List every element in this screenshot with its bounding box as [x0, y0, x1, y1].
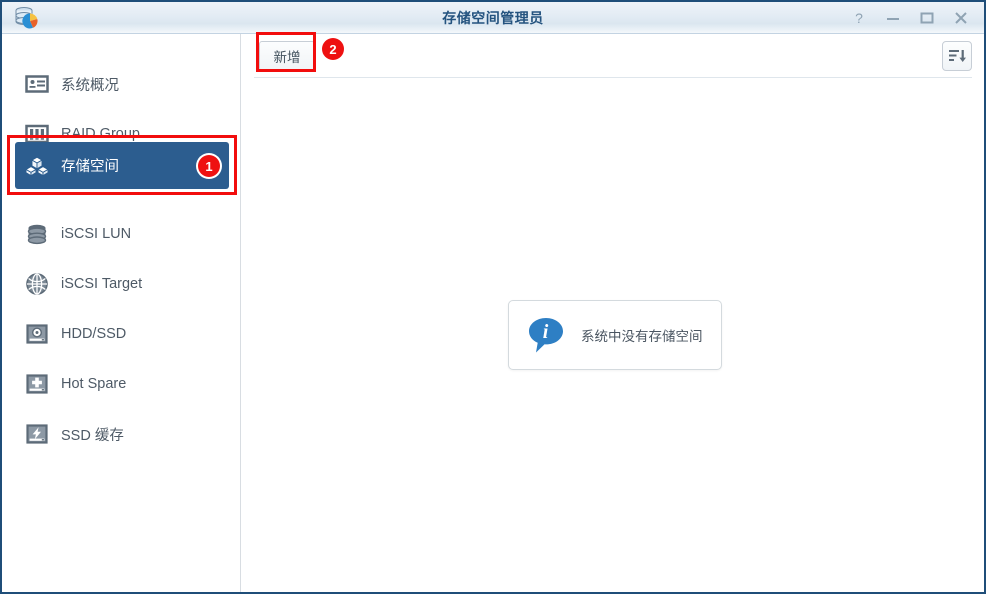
sidebar-item-label: iSCSI Target [61, 276, 142, 292]
annotation-badge-2: 2 [322, 38, 344, 60]
ssd-cache-icon [25, 422, 49, 446]
storage-manager-window: 存储空间管理员 ? [0, 0, 986, 594]
title-bar: 存储空间管理员 ? [2, 2, 984, 34]
content-toolbar: 新增 [242, 34, 984, 78]
svg-text:?: ? [855, 11, 863, 25]
maximize-button[interactable] [910, 3, 944, 33]
globe-icon [25, 272, 49, 296]
empty-state-message: 系统中没有存储空间 [581, 325, 703, 345]
minimize-button[interactable] [876, 3, 910, 33]
database-icon [25, 222, 49, 246]
sidebar-item-label: SSD 缓存 [61, 424, 124, 445]
storage-pool-icon [25, 154, 49, 178]
sidebar-item-label: RAID Group [61, 126, 140, 142]
window-title: 存储空间管理员 [2, 2, 984, 34]
content-area: 新增 i 系统中没有存储空间 [242, 34, 984, 592]
info-bubble-icon: i [523, 312, 569, 358]
hard-disk-icon [25, 322, 49, 346]
help-button[interactable]: ? [842, 3, 876, 33]
hot-spare-icon [25, 372, 49, 396]
sidebar-item-iscsi-target[interactable]: iSCSI Target [15, 260, 229, 308]
sidebar-item-label: 系统概况 [61, 74, 119, 95]
window-controls: ? [842, 2, 978, 34]
sort-descending-icon[interactable] [942, 41, 972, 71]
svg-text:i: i [543, 321, 549, 343]
overview-icon [25, 72, 49, 96]
new-button[interactable]: 新增 [259, 41, 315, 71]
sidebar-item-overview[interactable]: 系统概况 [15, 60, 229, 108]
close-button[interactable] [944, 3, 978, 33]
sidebar-item-ssd-cache[interactable]: SSD 缓存 [15, 410, 229, 458]
sidebar-item-label: Hot Spare [61, 376, 126, 392]
sidebar-item-label: 存储空间 [61, 155, 119, 176]
sidebar-item-storage-pool[interactable]: 存储空间 [15, 142, 229, 189]
sidebar-item-label: iSCSI LUN [61, 226, 131, 242]
sidebar-item-iscsi-lun[interactable]: iSCSI LUN [15, 210, 229, 258]
sidebar-item-hot-spare[interactable]: Hot Spare [15, 360, 229, 408]
empty-state-box: i 系统中没有存储空间 [508, 300, 722, 370]
annotation-badge-1: 1 [198, 155, 220, 177]
toolbar-separator [254, 77, 972, 78]
sidebar-item-label: HDD/SSD [61, 326, 126, 342]
sidebar: 系统概况 RAID Group [2, 34, 241, 592]
sidebar-item-hdd-ssd[interactable]: HDD/SSD [15, 310, 229, 358]
